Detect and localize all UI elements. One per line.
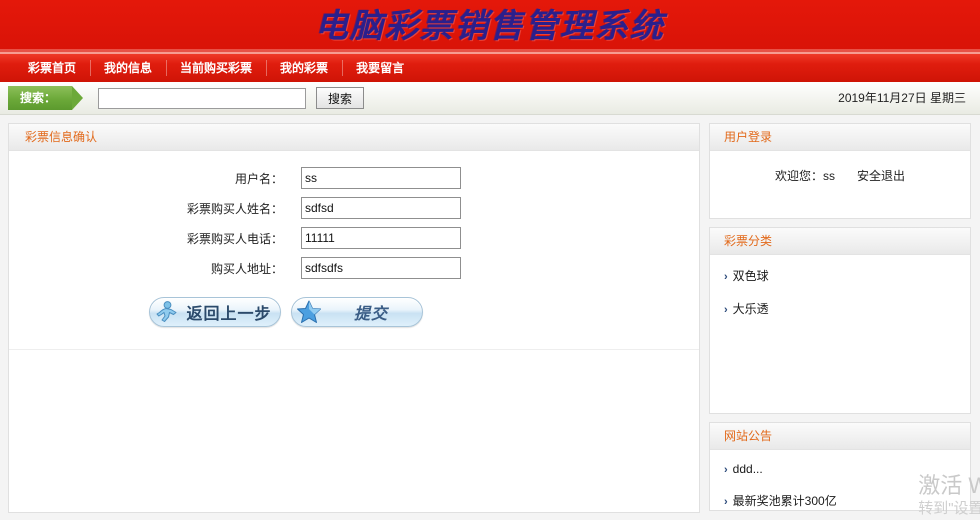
label-buyer-address: 购买人地址： [210, 261, 283, 276]
nav-item-leave-message[interactable]: 我要留言 [342, 54, 418, 82]
submit-button-label: 提交 [353, 304, 388, 323]
confirmation-form: 用户名： 彩票购买人姓名： 彩票购买人电话： 购买人地址： [9, 151, 699, 350]
form-row-buyer-phone: 彩票购买人电话： [9, 227, 699, 249]
submit-button[interactable]: 提交 [291, 297, 423, 327]
search-input[interactable] [98, 87, 307, 109]
input-username[interactable] [301, 167, 461, 189]
notice-item[interactable]: › ddd... [724, 462, 956, 476]
nav-item-home[interactable]: 彩票首页 [14, 54, 90, 82]
login-panel-body: 欢迎您：ss 安全退出 [710, 151, 970, 218]
notice-item-label: ddd... [732, 462, 763, 476]
input-buyer-phone[interactable] [301, 227, 461, 249]
main-content-panel: 彩票信息确认 用户名： 彩票购买人姓名： 彩票购买人电话： 购买人地址： [8, 123, 700, 513]
label-buyer-name: 彩票购买人姓名： [186, 201, 283, 216]
nav-item-buy-tickets[interactable]: 当前购买彩票 [166, 54, 266, 82]
page-body: 彩票信息确认 用户名： 彩票购买人姓名： 彩票购买人电话： 购买人地址： [0, 115, 980, 520]
input-buyer-name[interactable] [301, 197, 461, 219]
category-item-shuangseqiu[interactable]: › 双色球 [724, 267, 956, 284]
login-panel: 用户登录 欢迎您：ss 安全退出 [709, 123, 971, 219]
category-panel-title: 彩票分类 [710, 228, 970, 255]
login-panel-title: 用户登录 [710, 124, 970, 151]
chevron-right-icon: › [724, 271, 728, 283]
nav-item-my-info[interactable]: 我的信息 [90, 54, 166, 82]
main-navigation: 彩票首页 我的信息 当前购买彩票 我的彩票 我要留言 [0, 52, 980, 82]
category-item-label: 双色球 [732, 269, 769, 283]
category-item-daletou[interactable]: › 大乐透 [724, 300, 956, 317]
main-panel-title: 彩票信息确认 [9, 124, 699, 151]
welcome-message: 欢迎您：ss 安全退出 [775, 167, 905, 184]
welcome-prefix: 欢迎您： [774, 169, 823, 183]
notice-panel-title: 网站公告 [710, 423, 970, 450]
form-row-username: 用户名： [9, 167, 699, 189]
notice-item[interactable]: › 最新奖池累计300亿 [724, 492, 956, 509]
welcome-username: ss [823, 169, 835, 183]
notice-panel: 网站公告 › ddd... › 最新奖池累计300亿 [709, 422, 971, 511]
notice-panel-body: › ddd... › 最新奖池累计300亿 [710, 450, 970, 510]
site-title: 电脑彩票销售管理系统 [315, 6, 665, 45]
form-row-buyer-name: 彩票购买人姓名： [9, 197, 699, 219]
label-username: 用户名： [234, 171, 283, 186]
site-banner: 电脑彩票销售管理系统 [0, 0, 980, 52]
nav-item-my-tickets[interactable]: 我的彩票 [266, 54, 342, 82]
sidebar: 用户登录 欢迎您：ss 安全退出 彩票分类 › 双色球 › 大乐透 网站公告 ›… [709, 123, 971, 511]
input-buyer-address[interactable] [301, 257, 461, 279]
category-panel-body: › 双色球 › 大乐透 [710, 255, 970, 413]
form-actions: 返回上一步 提交 [9, 287, 699, 343]
search-button[interactable]: 搜索 [316, 87, 365, 109]
search-bar: 搜索： 搜索 2019年11月27日 星期三 [0, 82, 980, 115]
category-panel: 彩票分类 › 双色球 › 大乐透 [709, 227, 971, 414]
chevron-right-icon: › [724, 496, 728, 508]
current-date: 2019年11月27日 星期三 [838, 91, 966, 105]
back-button[interactable]: 返回上一步 [149, 297, 281, 327]
form-row-buyer-address: 购买人地址： [9, 257, 699, 279]
notice-item-label: 最新奖池累计300亿 [732, 494, 837, 508]
back-button-label: 返回上一步 [186, 304, 272, 323]
search-label: 搜索： [8, 86, 84, 110]
chevron-right-icon: › [724, 464, 728, 476]
label-buyer-phone: 彩票购买人电话： [186, 231, 283, 246]
running-person-icon [150, 298, 184, 326]
logout-link[interactable]: 安全退出 [857, 169, 905, 183]
category-item-label: 大乐透 [732, 302, 769, 316]
chevron-right-icon: › [724, 304, 728, 316]
star-icon [292, 298, 326, 326]
